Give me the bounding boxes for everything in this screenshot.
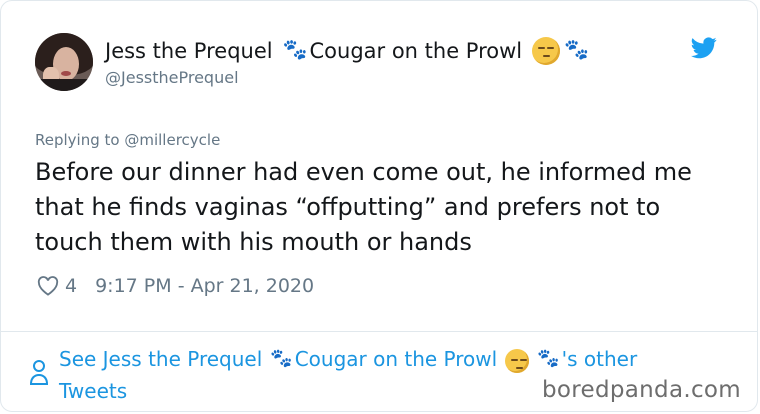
smirk-emoji-icon bbox=[505, 348, 530, 373]
footer-name-suffix: Cougar on the Prowl bbox=[294, 347, 498, 371]
like-count: 4 bbox=[65, 275, 78, 297]
tweet-meta: 4 9:17 PM - Apr 21, 2020 bbox=[37, 275, 314, 297]
tweet-text: Before our dinner had even come out, he … bbox=[35, 158, 692, 256]
display-name-suffix: Cougar on the Prowl bbox=[309, 39, 523, 63]
tweet-card: Jess the Prequel 🐾 Cougar on the Prowl 🐾… bbox=[0, 0, 758, 412]
paw-icon: 🐾 bbox=[537, 348, 560, 369]
divider bbox=[1, 331, 757, 332]
display-name-text: Jess the Prequel bbox=[105, 39, 273, 63]
tweet-timestamp[interactable]: 9:17 PM - Apr 21, 2020 bbox=[95, 275, 314, 297]
author-block[interactable]: Jess the Prequel 🐾 Cougar on the Prowl 🐾… bbox=[105, 37, 591, 89]
reply-prefix: Replying to bbox=[35, 131, 120, 149]
display-name[interactable]: Jess the Prequel 🐾 Cougar on the Prowl 🐾 bbox=[105, 37, 591, 65]
reply-to-link[interactable]: @millercycle bbox=[124, 131, 220, 149]
user-icon bbox=[29, 360, 49, 385]
reply-context: Replying to @millercycle bbox=[35, 131, 220, 149]
paw-icon: 🐾 bbox=[270, 348, 293, 369]
smirk-emoji-icon bbox=[532, 37, 561, 65]
twitter-bird-icon[interactable] bbox=[691, 37, 717, 59]
heart-icon[interactable] bbox=[37, 276, 59, 296]
footer-prefix: See Jess the Prequel bbox=[59, 347, 263, 371]
tweet-header: Jess the Prequel 🐾 Cougar on the Prowl 🐾… bbox=[35, 33, 727, 97]
paw-icon: 🐾 bbox=[282, 37, 308, 61]
watermark: boredpanda.com bbox=[542, 377, 741, 403]
avatar[interactable] bbox=[35, 33, 93, 91]
author-handle[interactable]: @JessthePrequel bbox=[105, 67, 591, 89]
paw-icon: 🐾 bbox=[564, 37, 590, 61]
